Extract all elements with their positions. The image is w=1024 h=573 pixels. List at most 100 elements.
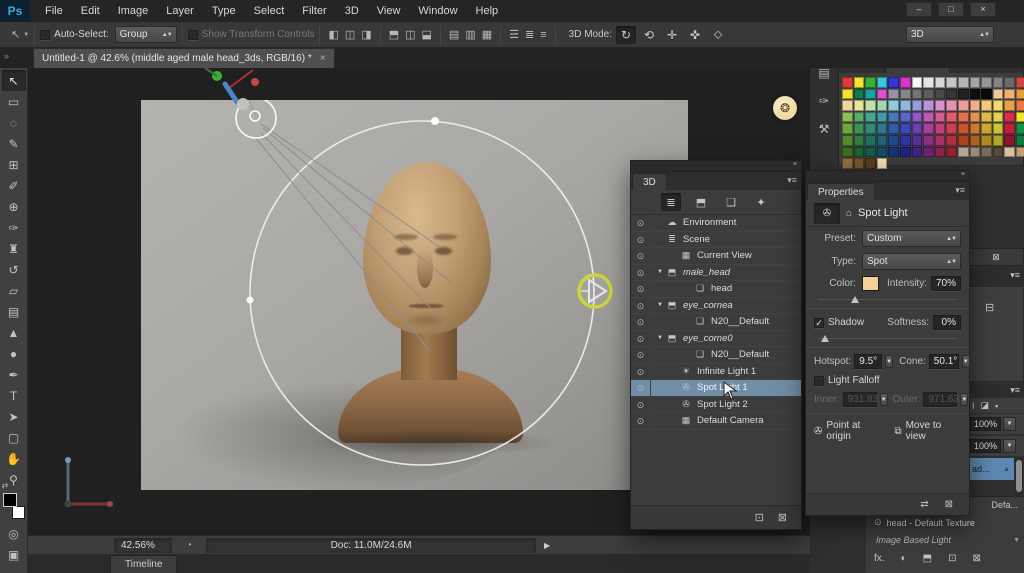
- swatch-81[interactable]: [854, 135, 865, 146]
- swatch-71[interactable]: [923, 123, 934, 134]
- roll-3d-icon[interactable]: ⟲: [639, 26, 659, 44]
- reset-icon[interactable]: ⇄: [920, 499, 928, 510]
- swatch-34[interactable]: [865, 100, 876, 111]
- swatch-27[interactable]: [970, 89, 981, 100]
- menu-item-file[interactable]: File: [36, 0, 72, 22]
- selected-layer-row[interactable]: ad... ▲: [968, 458, 1014, 480]
- swatch-62[interactable]: [1004, 112, 1015, 123]
- trash-icon[interactable]: ⊠: [945, 499, 953, 510]
- panel-menu-icon[interactable]: ▾≡: [787, 175, 797, 186]
- path-selection-tool[interactable]: ➤: [2, 406, 26, 427]
- swatch-102[interactable]: [912, 147, 923, 158]
- chevron-down-icon[interactable]: ▼: [1003, 417, 1016, 431]
- lock-all-icon[interactable]: ▪: [995, 401, 998, 411]
- hotspot-field[interactable]: 9.5°: [854, 354, 882, 369]
- healing-brush-tool[interactable]: ⊕: [2, 196, 26, 217]
- menu-item-3d[interactable]: 3D: [336, 0, 368, 22]
- new-item-icon[interactable]: ⊡: [755, 511, 764, 524]
- swatch-109[interactable]: [993, 147, 1004, 158]
- light-falloff-checkbox[interactable]: [814, 376, 824, 386]
- swatch-88[interactable]: [935, 135, 946, 146]
- eye-icon[interactable]: ⊙: [631, 314, 651, 330]
- expander-icon[interactable]: ▼: [655, 269, 665, 275]
- swatch-64[interactable]: [842, 123, 853, 134]
- panel-menu-icon[interactable]: ▾≡: [1010, 385, 1020, 395]
- swatch-16[interactable]: [842, 89, 853, 100]
- cone-stepper[interactable]: ▼: [962, 355, 970, 368]
- swatch-5[interactable]: [900, 77, 911, 88]
- swatch-108[interactable]: [981, 147, 992, 158]
- lock-transparency-icon[interactable]: I: [972, 401, 975, 411]
- shape-tool[interactable]: ▢: [2, 427, 26, 448]
- minimize-button[interactable]: –: [906, 2, 932, 17]
- swatch-31[interactable]: [1016, 89, 1024, 100]
- swatch-21[interactable]: [900, 89, 911, 100]
- swatch-24[interactable]: [935, 89, 946, 100]
- pan-3d-icon[interactable]: ✛: [662, 26, 682, 44]
- eyedropper-tool[interactable]: ✐: [2, 175, 26, 196]
- swatch-9[interactable]: [946, 77, 957, 88]
- tree-row-eye-corne0[interactable]: ⊙▼⬒eye_corne0: [631, 331, 801, 348]
- swatch-112[interactable]: [842, 158, 853, 169]
- align-bottom-icon[interactable]: ◨: [358, 27, 374, 42]
- eye-icon[interactable]: ⊙: [631, 331, 651, 347]
- align-left-icon[interactable]: ⬒: [386, 27, 402, 42]
- swatch-93[interactable]: [993, 135, 1004, 146]
- slider-thumb[interactable]: [821, 335, 829, 342]
- move-tool[interactable]: ↖: [2, 70, 26, 91]
- hand-tool[interactable]: ✋: [2, 448, 26, 469]
- swatch-98[interactable]: [865, 147, 876, 158]
- swatch-79[interactable]: [1016, 123, 1024, 134]
- swatch-92[interactable]: [981, 135, 992, 146]
- swatch-94[interactable]: [1004, 135, 1015, 146]
- history-brush-tool[interactable]: ↺: [2, 259, 26, 280]
- align-hcenter-icon[interactable]: ◫: [402, 27, 418, 42]
- trash-icon[interactable]: ⊠: [992, 252, 1000, 262]
- swatch-3[interactable]: [877, 77, 888, 88]
- clone-source-icon[interactable]: ▤: [818, 66, 829, 80]
- swatch-15[interactable]: [1016, 77, 1024, 88]
- swatch-60[interactable]: [981, 112, 992, 123]
- swatch-77[interactable]: [993, 123, 1004, 134]
- swatch-33[interactable]: [854, 100, 865, 111]
- lasso-tool[interactable]: ◌: [2, 112, 26, 133]
- blur-tool[interactable]: ▲: [2, 322, 26, 343]
- distribute-left-icon[interactable]: ☰: [506, 27, 522, 42]
- swatch-4[interactable]: [888, 77, 899, 88]
- swatch-0[interactable]: [842, 77, 853, 88]
- cone-field[interactable]: 50.1°: [929, 354, 959, 369]
- tree-row-n20-default[interactable]: ⊙❏N20__Default: [631, 314, 801, 331]
- tree-row-spot-light-1[interactable]: ⊙✇Spot Light 1: [631, 380, 801, 397]
- hotspot-stepper[interactable]: ▼: [885, 355, 893, 368]
- eye-icon[interactable]: ⊙: [631, 215, 651, 231]
- dodge-tool[interactable]: ●: [2, 343, 26, 364]
- maximize-button[interactable]: □: [938, 2, 964, 17]
- menu-item-window[interactable]: Window: [409, 0, 466, 22]
- swatch-73[interactable]: [946, 123, 957, 134]
- panel-dragbar[interactable]: ❝: [631, 161, 801, 172]
- show-transform-checkbox[interactable]: [188, 30, 198, 40]
- panel-dragbar[interactable]: ❝: [806, 171, 969, 182]
- swatch-74[interactable]: [958, 123, 969, 134]
- marquee-tool[interactable]: ▭: [2, 91, 26, 112]
- swatch-41[interactable]: [946, 100, 957, 111]
- orbit-3d-icon[interactable]: ↻: [616, 26, 636, 44]
- swatch-76[interactable]: [981, 123, 992, 134]
- swatch-30[interactable]: [1004, 89, 1015, 100]
- tree-row-spot-light-2[interactable]: ⊙✇Spot Light 2: [631, 397, 801, 414]
- lock-pixels-icon[interactable]: ◪: [981, 400, 990, 411]
- type-dropdown[interactable]: Spot ▲▼: [862, 253, 961, 270]
- scrollbar-thumb[interactable]: [1016, 460, 1022, 492]
- tab-properties[interactable]: Properties: [807, 183, 875, 200]
- trash-icon[interactable]: ⊠: [778, 511, 787, 524]
- tool-presets-icon[interactable]: ⚒: [819, 122, 830, 136]
- swatch-20[interactable]: [888, 89, 899, 100]
- swatch-96[interactable]: [842, 147, 853, 158]
- swatch-67[interactable]: [877, 123, 888, 134]
- swatch-40[interactable]: [935, 100, 946, 111]
- swatch-19[interactable]: [877, 89, 888, 100]
- eye-icon[interactable]: ⊙: [631, 413, 651, 429]
- align-top-icon[interactable]: ◧: [325, 27, 341, 42]
- expander-icon[interactable]: ▼: [655, 302, 665, 308]
- menu-item-type[interactable]: Type: [203, 0, 245, 22]
